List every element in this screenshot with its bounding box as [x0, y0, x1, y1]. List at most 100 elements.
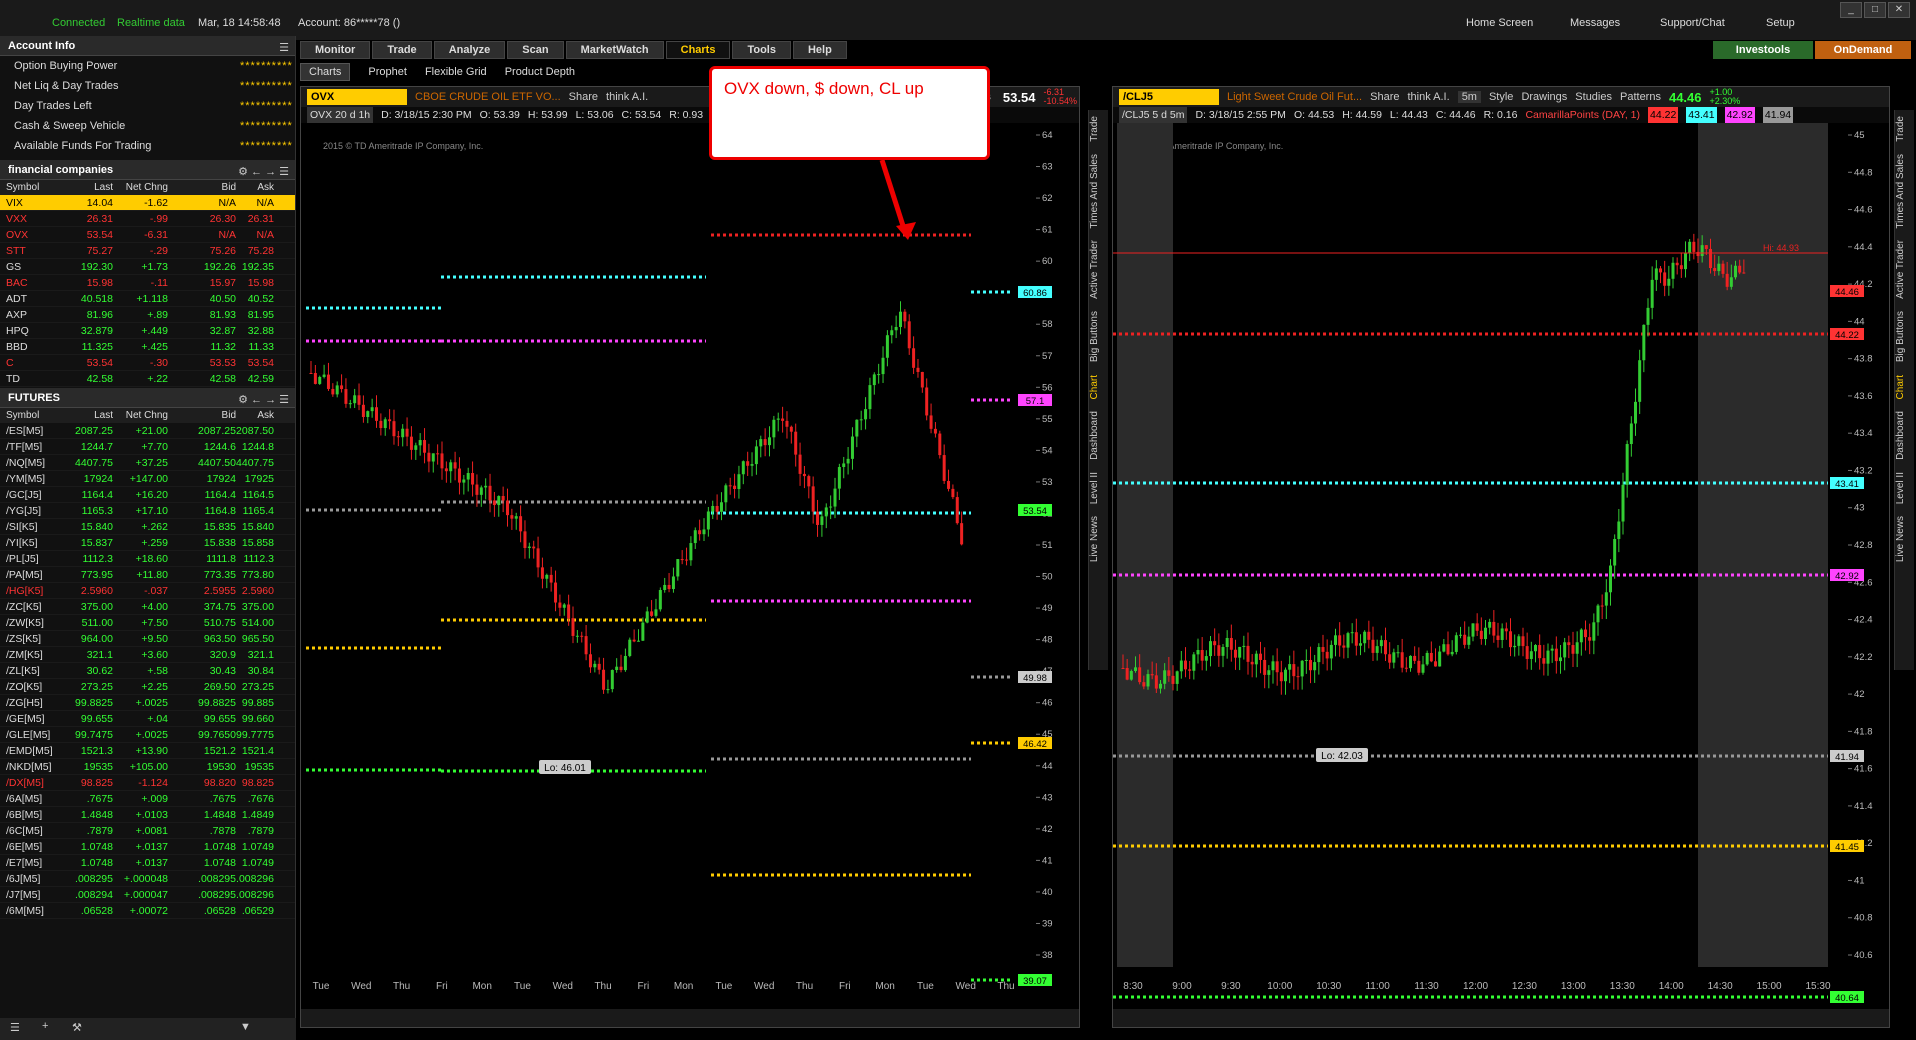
watchlist-row[interactable]: /ZM[K5] 321.1 +3.60 320.9 321.1	[0, 647, 295, 663]
watchlist-row[interactable]: /HG[K5] 2.5960 -.037 2.5955 2.5960	[0, 583, 295, 599]
account-info-header[interactable]: Account Info ☰	[0, 36, 295, 56]
col-net-chng[interactable]: Net Chng	[113, 180, 168, 195]
watchlist-row[interactable]: AXP 81.96 +.89 81.93 81.95	[0, 307, 295, 323]
col-net-chng[interactable]: Net Chng	[113, 408, 168, 423]
menu-icon[interactable]: ☰	[10, 1021, 20, 1034]
watchlist-row[interactable]: GS 192.30 +1.73 192.26 192.35	[0, 259, 295, 275]
watchlist-row[interactable]: /YI[K5] 15.837 +.259 15.838 15.858	[0, 535, 295, 551]
side-tab-trade[interactable]: Trade	[1089, 110, 1109, 148]
subtab-product-depth[interactable]: Product Depth	[505, 66, 575, 78]
subtab-prophet[interactable]: Prophet	[368, 66, 407, 78]
support-chat-link[interactable]: Support/Chat	[1660, 17, 1725, 29]
menu-icon[interactable]: ☰	[279, 38, 289, 58]
watchlist-row[interactable]: ADT 40.518 +1.118 40.50 40.52	[0, 291, 295, 307]
side-tab-times-and-sales[interactable]: Times And Sales	[1895, 148, 1915, 235]
watchlist-row[interactable]: OVX 53.54 -6.31 N/A N/A	[0, 227, 295, 243]
tab-monitor[interactable]: Monitor	[300, 41, 371, 59]
watchlist-row[interactable]: /6M[M5] .06528 +.00072 .06528 .06529	[0, 903, 295, 919]
tab-trade[interactable]: Trade	[372, 41, 432, 59]
share-button[interactable]: Share	[569, 91, 598, 103]
futures-controls-icon[interactable]: ⚙ ← → ☰	[238, 390, 289, 410]
period-button[interactable]: 5m	[1457, 91, 1481, 103]
tab-analyze[interactable]: Analyze	[433, 41, 506, 59]
drawings-button[interactable]: Drawings	[1521, 91, 1567, 103]
watchlist-row[interactable]: /GC[J5] 1164.4 +16.20 1164.4 1164.5	[0, 487, 295, 503]
watchlist-row[interactable]: /ZL[K5] 30.62 +.58 30.43 30.84	[0, 663, 295, 679]
side-tab-live-news[interactable]: Live News	[1895, 510, 1915, 568]
watchlist-row[interactable]: BAC 15.98 -.11 15.97 15.98	[0, 275, 295, 291]
watchlist-row[interactable]: HPQ 32.879 +.449 32.87 32.88	[0, 323, 295, 339]
tab-charts[interactable]: Charts	[665, 41, 731, 59]
watchlist-row[interactable]: /SI[K5] 15.840 +.262 15.835 15.840	[0, 519, 295, 535]
watchlist-row[interactable]: /6B[M5] 1.4848 +.0103 1.4848 1.4849	[0, 807, 295, 823]
col-ask[interactable]: Ask	[236, 408, 276, 423]
watchlist-row[interactable]: /GLE[M5] 99.7475 +.0025 99.7650 99.7775	[0, 727, 295, 743]
chart-period[interactable]: /CLJ5 5 d 5m	[1119, 107, 1188, 123]
watchlist-row[interactable]: /ZO[K5] 273.25 +2.25 269.50 273.25	[0, 679, 295, 695]
subtab-flexible-grid[interactable]: Flexible Grid	[425, 66, 487, 78]
watchlist-row[interactable]: /ZG[H5] 99.8825 +.0025 99.8825 99.885	[0, 695, 295, 711]
watchlist-row[interactable]: BBD 11.325 +.425 11.32 11.33	[0, 339, 295, 355]
chart-period[interactable]: OVX 20 d 1h	[307, 107, 374, 123]
watchlist-row[interactable]: /GE[M5] 99.655 +.04 99.655 99.660	[0, 711, 295, 727]
tab-marketwatch[interactable]: MarketWatch	[565, 41, 664, 59]
watchlist-row[interactable]: /6A[M5] .7675 +.009 .7675 .7676	[0, 791, 295, 807]
symbol-input-cl[interactable]: /CLJ5	[1119, 89, 1219, 105]
side-tab-chart[interactable]: Chart	[1895, 369, 1915, 405]
watchlist-row[interactable]: /YG[J5] 1165.3 +17.10 1164.8 1165.4	[0, 503, 295, 519]
watchlist-row[interactable]: /6C[M5] .7879 +.0081 .7878 .7879	[0, 823, 295, 839]
cl-chart-svg[interactable]: 4544.844.644.444.24443.843.643.443.24342…	[1113, 123, 1891, 1003]
minimize-icon[interactable]: _	[1840, 2, 1862, 18]
chart-pane-ovx[interactable]: OVX CBOE CRUDE OIL ETF VO... Share think…	[300, 86, 1080, 1028]
col-bid[interactable]: Bid	[188, 180, 236, 195]
side-tab-live-news[interactable]: Live News	[1089, 510, 1109, 568]
watchlist-row[interactable]: /NKD[M5] 19535 +105.00 19530 19535	[0, 759, 295, 775]
subtab-charts[interactable]: Charts	[300, 63, 351, 81]
setup-link[interactable]: Setup	[1766, 17, 1795, 29]
think-ai-button[interactable]: think A.I.	[606, 91, 648, 103]
side-tab-big-buttons[interactable]: Big Buttons	[1089, 305, 1109, 368]
col-symbol[interactable]: Symbol	[0, 180, 75, 195]
watchlist-row[interactable]: /EMD[M5] 1521.3 +13.90 1521.2 1521.4	[0, 743, 295, 759]
patterns-button[interactable]: Patterns	[1620, 91, 1661, 103]
watchlist-row[interactable]: /ZS[K5] 964.00 +9.50 963.50 965.50	[0, 631, 295, 647]
add-icon[interactable]: +	[42, 1020, 48, 1032]
futures-header[interactable]: FUTURES ⚙ ← → ☰	[0, 388, 295, 408]
chart-pane-cl[interactable]: /CLJ5 Light Sweet Crude Oil Fut... Share…	[1112, 86, 1890, 1028]
side-tab-chart[interactable]: Chart	[1089, 369, 1109, 405]
watchlist-row[interactable]: /PL[J5] 1112.3 +18.60 1111.8 1112.3	[0, 551, 295, 567]
share-button[interactable]: Share	[1370, 91, 1399, 103]
watchlist-row[interactable]: /YM[M5] 17924 +147.00 17924 17925	[0, 471, 295, 487]
side-tab-trade[interactable]: Trade	[1895, 110, 1915, 148]
home-screen-link[interactable]: Home Screen	[1466, 17, 1533, 29]
tab-help[interactable]: Help	[792, 41, 847, 59]
watchlist-row[interactable]: /6E[M5] 1.0748 +.0137 1.0748 1.0749	[0, 839, 295, 855]
col-ask[interactable]: Ask	[236, 180, 276, 195]
style-button[interactable]: Style	[1489, 91, 1513, 103]
watchlist-row[interactable]: /6J[M5] .008295 +.000048.008295.008296	[0, 871, 295, 887]
watchlist-controls-icon[interactable]: ⚙ ← → ☰	[238, 162, 289, 182]
col-last[interactable]: Last	[75, 408, 113, 423]
side-tab-level-ii[interactable]: Level II	[1089, 466, 1109, 510]
close-icon[interactable]: ✕	[1888, 2, 1910, 18]
side-tab-active-trader[interactable]: Active Trader	[1089, 234, 1109, 305]
watchlist-row[interactable]: /ZW[K5] 511.00 +7.50 510.75 514.00	[0, 615, 295, 631]
studies-button[interactable]: Studies	[1575, 91, 1612, 103]
side-tab-dashboard[interactable]: Dashboard	[1895, 405, 1915, 466]
side-tab-dashboard[interactable]: Dashboard	[1089, 405, 1109, 466]
ovx-chart-svg[interactable]: 6463626160595857565554535251504948474645…	[301, 123, 1081, 1003]
chart-scrollbar[interactable]	[1113, 1009, 1889, 1027]
col-last[interactable]: Last	[75, 180, 113, 195]
think-ai-button[interactable]: think A.I.	[1407, 91, 1449, 103]
symbol-input-ovx[interactable]: OVX	[307, 89, 407, 105]
col-bid[interactable]: Bid	[188, 408, 236, 423]
watchlist-row[interactable]: /PA[M5] 773.95 +11.80 773.35 773.80	[0, 567, 295, 583]
watchlist-row[interactable]: /E7[M5] 1.0748 +.0137 1.0748 1.0749	[0, 855, 295, 871]
watchlist-row[interactable]: /ZC[K5] 375.00 +4.00 374.75 375.00	[0, 599, 295, 615]
watchlist-row[interactable]: STT 75.27 -.29 75.26 75.28	[0, 243, 295, 259]
chart-scrollbar[interactable]	[301, 1009, 1079, 1027]
chevron-down-icon[interactable]: ▼	[240, 1021, 251, 1033]
watchlist-row[interactable]: VXX 26.31 -.99 26.30 26.31	[0, 211, 295, 227]
investools-button[interactable]: Investools	[1713, 41, 1813, 59]
watchlist-row[interactable]: C 53.54 -.30 53.53 53.54	[0, 355, 295, 371]
